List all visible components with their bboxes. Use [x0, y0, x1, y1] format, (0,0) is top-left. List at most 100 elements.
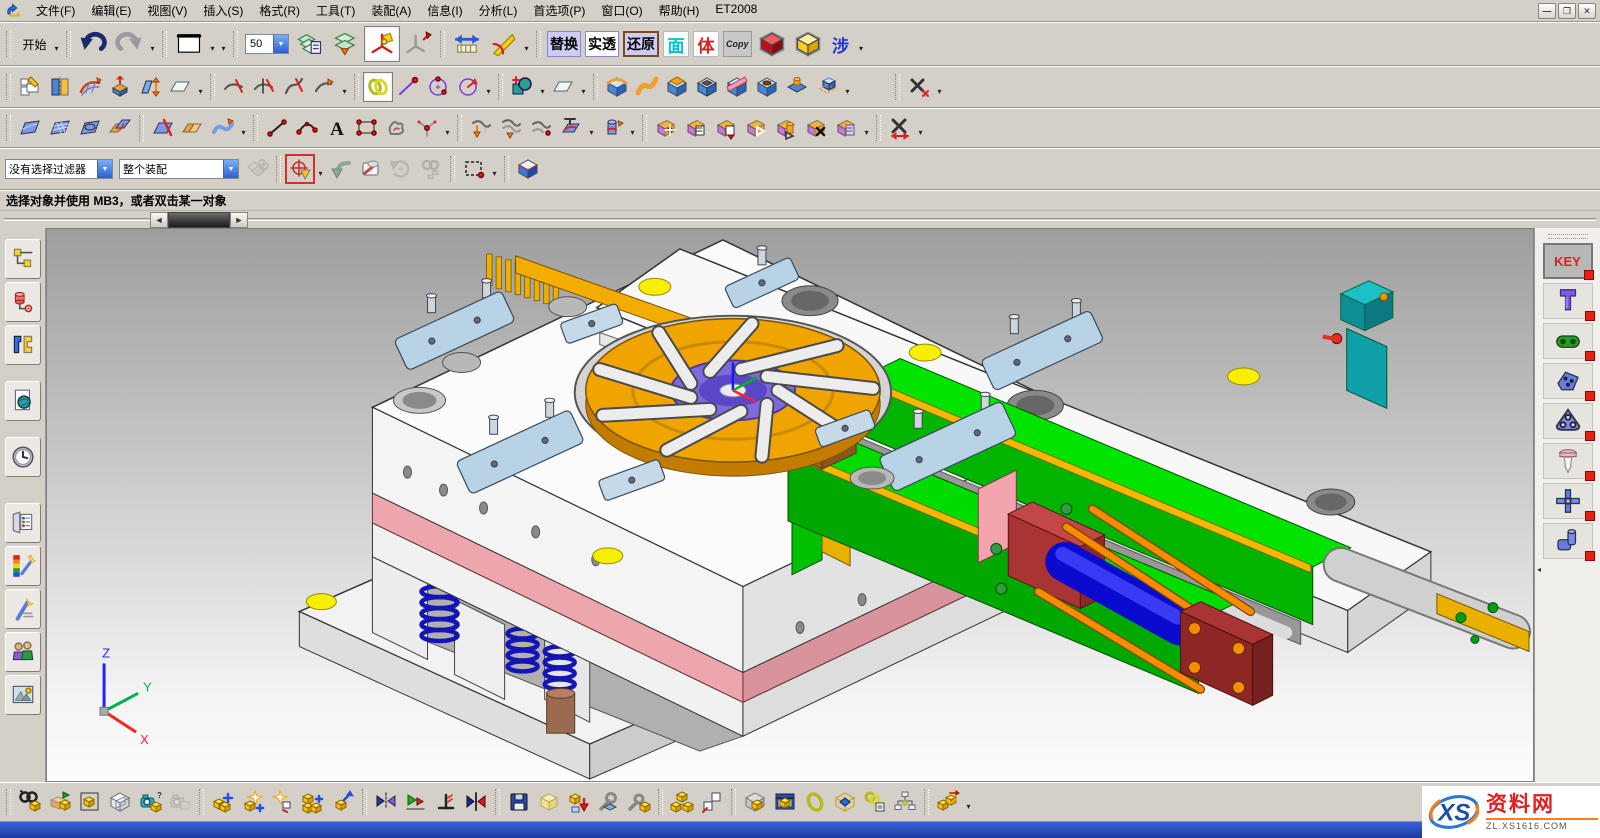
constraint-navigator-tab[interactable] [5, 282, 41, 322]
menu-information[interactable]: 信息(I) [419, 0, 470, 21]
save-floppy-button[interactable] [504, 787, 534, 817]
snap-point-button[interactable] [285, 154, 315, 184]
blend-edge-button[interactable] [602, 72, 632, 102]
menu-analysis[interactable]: 分析(L) [471, 0, 526, 21]
dropdown-arrow[interactable]: ▾ [489, 156, 500, 182]
dropdown-arrow[interactable]: ▾ [627, 115, 638, 141]
menu-help[interactable]: 帮助(H) [651, 0, 708, 21]
mold-assembly-model[interactable]: Z Y X [47, 229, 1533, 781]
dropdown-arrow[interactable]: ▾ [238, 115, 249, 141]
part-key-item[interactable]: KEY [1543, 243, 1593, 279]
toolbar-grip[interactable] [210, 74, 215, 100]
layer-settings-button[interactable] [292, 26, 328, 62]
join-curves-button[interactable] [363, 72, 393, 102]
toolbar-grip[interactable] [440, 31, 445, 57]
trim-sheet-button[interactable] [148, 113, 178, 143]
toolbar-grip[interactable] [895, 74, 900, 100]
explode-assembly-button[interactable] [667, 787, 697, 817]
menu-file[interactable]: 文件(F) [28, 0, 83, 21]
mirror-assembly-button[interactable] [371, 787, 401, 817]
menu-assemblies[interactable]: 装配(A) [363, 0, 419, 21]
stud-profile-button[interactable] [382, 113, 412, 143]
toolbar-grip[interactable] [593, 74, 598, 100]
part-screw-item[interactable] [1543, 283, 1593, 319]
extend-sheet-button[interactable] [178, 113, 208, 143]
section-cube-red-button[interactable] [754, 26, 790, 62]
trim-curve-button[interactable] [219, 72, 249, 102]
toolbar-grip[interactable] [354, 74, 359, 100]
back-arrow-button[interactable] [326, 154, 356, 184]
see-through-button[interactable]: 实透 [585, 31, 619, 57]
guide-bushing[interactable] [547, 688, 575, 733]
datum-plane-button[interactable] [165, 72, 195, 102]
part-elbow-item[interactable] [1543, 523, 1593, 559]
toolbar-grip[interactable] [731, 789, 736, 815]
toolbar-grip[interactable] [162, 31, 167, 57]
bounded-plane-button[interactable] [75, 113, 105, 143]
redo-arrow-button[interactable] [111, 26, 147, 62]
system-palette-tab[interactable] [5, 503, 41, 543]
sweep-face-button[interactable] [632, 72, 662, 102]
snapshot-button[interactable]: ? [135, 787, 165, 817]
copy-display-button[interactable]: Copy [723, 31, 752, 57]
pattern-feature-button[interactable] [812, 72, 842, 102]
minimize-button[interactable]: — [1538, 3, 1556, 19]
toolbar-grip[interactable] [139, 115, 144, 141]
scroll-right-button[interactable]: ► [230, 212, 248, 228]
toolbar-grip[interactable] [495, 789, 500, 815]
selection-filter-arrow[interactable]: ▼ [97, 160, 112, 178]
dropdown-arrow[interactable]: ▾ [147, 31, 158, 57]
user-roles-tab[interactable] [5, 632, 41, 672]
hole-button[interactable] [752, 72, 782, 102]
dropdown-arrow[interactable]: ▾ [586, 115, 597, 141]
wrap-curve-button[interactable] [526, 113, 556, 143]
restore-view-button[interactable]: 还原 [623, 31, 659, 57]
scroll-left-button[interactable]: ◄ [150, 212, 168, 228]
fillet-curve-button[interactable] [279, 72, 309, 102]
dropdown-arrow[interactable]: ▾ [842, 74, 853, 100]
text-tool-button[interactable]: A [322, 113, 352, 143]
menu-format[interactable]: 格式(R) [251, 0, 308, 21]
dropdown-arrow[interactable]: ▾ [218, 31, 229, 57]
framed-component-button[interactable] [75, 787, 105, 817]
material-palette-tab[interactable] [5, 546, 41, 586]
dropdown-arrow[interactable]: ▾ [339, 74, 350, 100]
export-cube-button[interactable] [564, 787, 594, 817]
wave-link-button[interactable] [830, 787, 860, 817]
open-component-button[interactable] [45, 787, 75, 817]
sync-move-face-button[interactable] [651, 113, 681, 143]
color-swatch-button[interactable] [171, 26, 207, 62]
dropdown-arrow[interactable]: ▾ [856, 31, 867, 57]
mirror-body-button[interactable] [45, 72, 75, 102]
toolbar-grip[interactable] [6, 74, 11, 100]
close-button[interactable]: ✕ [1578, 3, 1596, 19]
graphics-window[interactable]: Z Y X [46, 228, 1534, 782]
toolbar-grip[interactable] [276, 156, 281, 182]
move-component-button[interactable] [328, 787, 358, 817]
sketch-button[interactable] [15, 72, 45, 102]
menu-insert[interactable]: 插入(S) [195, 0, 251, 21]
remember-position-button[interactable] [933, 787, 963, 817]
law-surface-button[interactable] [208, 113, 238, 143]
erase-display-button[interactable] [356, 154, 386, 184]
circle-arrow-button[interactable] [453, 72, 483, 102]
toolbar-grip[interactable] [199, 789, 204, 815]
part-link-item[interactable] [1543, 323, 1593, 359]
project-curve-button[interactable] [466, 113, 496, 143]
sync-delete-face-button[interactable] [801, 113, 831, 143]
section-curve-button[interactable] [556, 113, 586, 143]
mesh-surface-button[interactable] [75, 72, 105, 102]
sync-pattern-face-button[interactable] [831, 113, 861, 143]
chamfer-button[interactable] [662, 72, 692, 102]
interference-check-button[interactable]: 涉 [828, 31, 854, 57]
menu-preferences[interactable]: 首选项(P) [525, 0, 593, 21]
group-components-button[interactable] [740, 787, 770, 817]
boolean-unite-button[interactable] [507, 72, 537, 102]
toolbar-grip[interactable] [362, 789, 367, 815]
toolbar-grip[interactable] [924, 789, 929, 815]
menu-window[interactable]: 窗口(O) [593, 0, 650, 21]
limit-switch-teal[interactable] [1323, 281, 1393, 409]
toolbar-grip[interactable] [876, 115, 881, 141]
divide-curve-button[interactable] [249, 72, 279, 102]
replace-component-button[interactable] [624, 787, 654, 817]
